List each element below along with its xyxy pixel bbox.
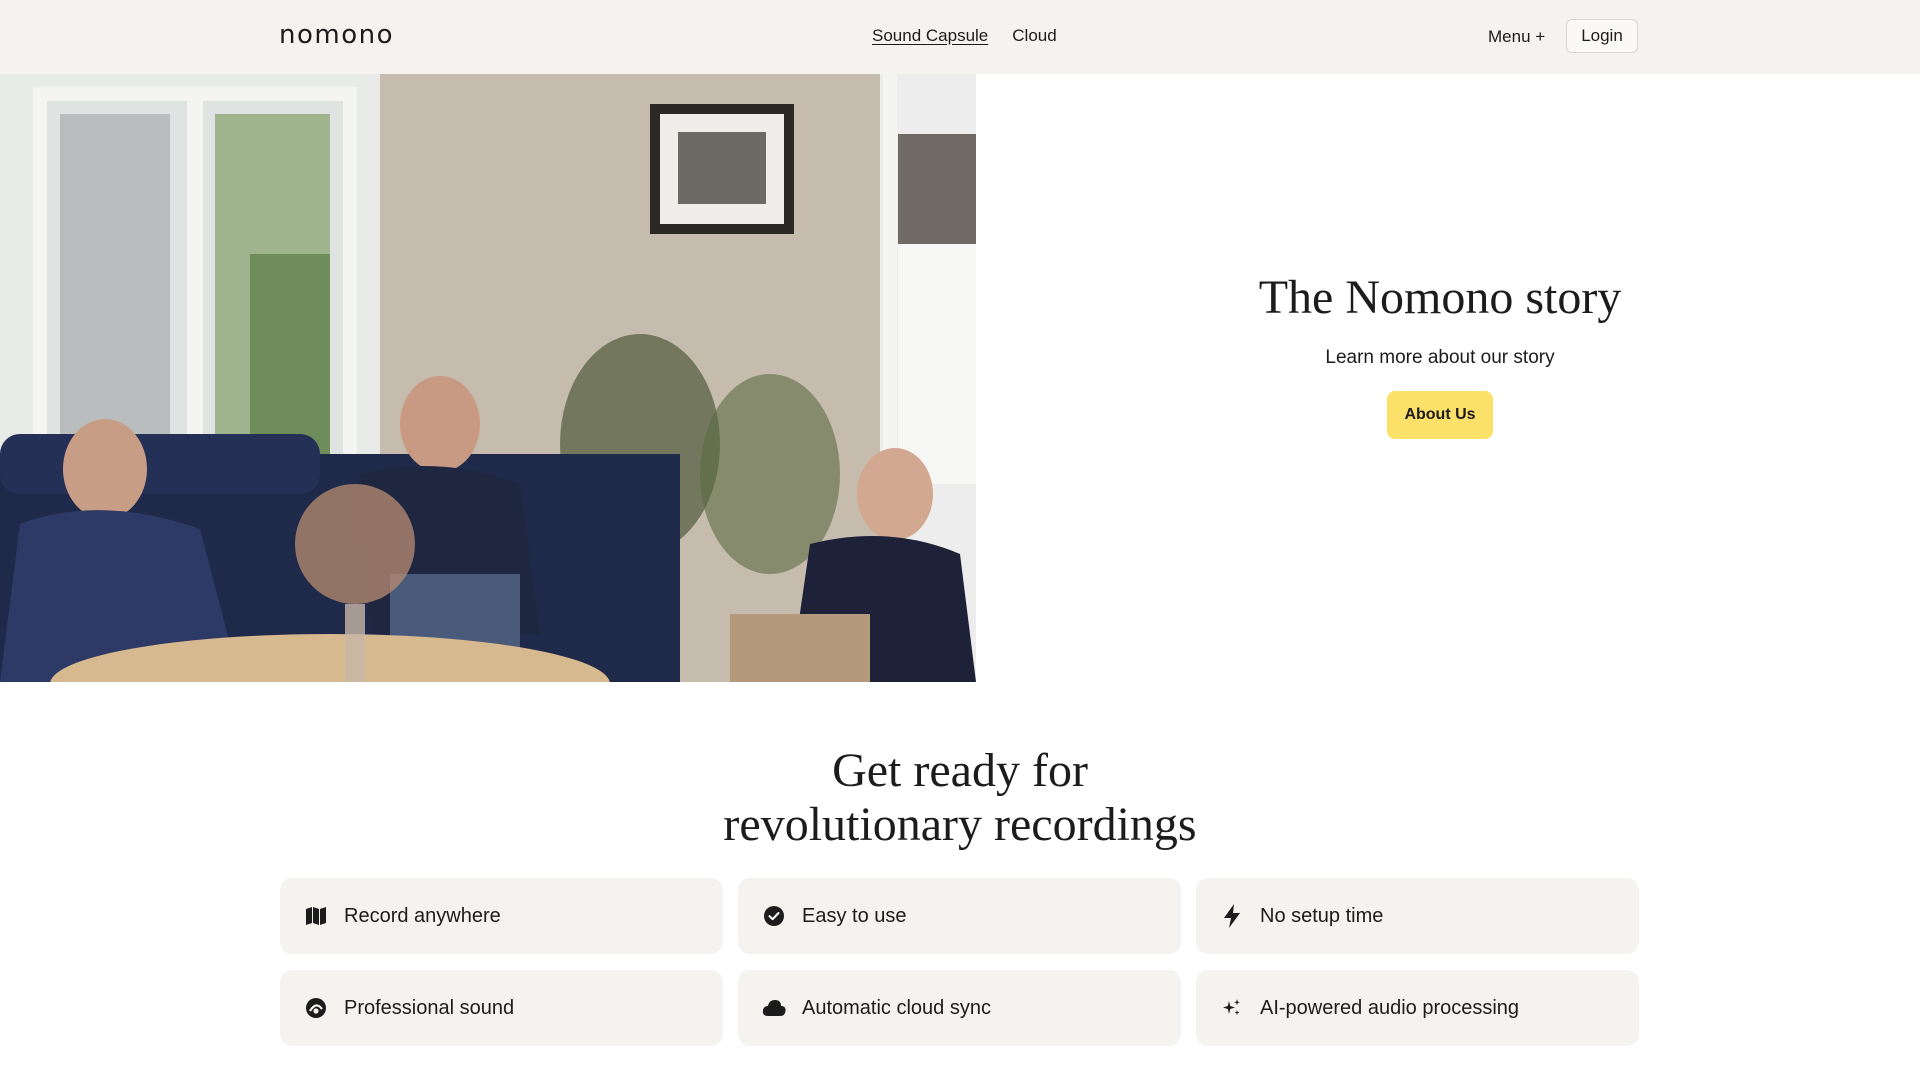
feature-card: AI-powered audio processing: [1196, 970, 1639, 1046]
feature-label: No setup time: [1260, 904, 1384, 927]
hero-subtitle: Learn more about our story: [1325, 347, 1555, 368]
feature-label: Professional sound: [344, 996, 515, 1019]
feature-card: No setup time: [1196, 878, 1639, 954]
hero-title: The Nomono story: [1258, 271, 1622, 324]
sparkles-icon: [1220, 996, 1244, 1020]
feature-card: Easy to use: [738, 878, 1181, 954]
features-title-line-1: Get ready for: [832, 744, 1088, 797]
feature-card: Automatic cloud sync: [738, 970, 1181, 1046]
nav-sound-capsule[interactable]: Sound Capsule: [872, 26, 988, 46]
feature-label: Record anywhere: [344, 904, 501, 927]
feature-label: AI-powered audio processing: [1260, 996, 1520, 1019]
features-title: Get ready for revolutionary recordings: [0, 744, 1920, 852]
hero-text: The Nomono story Learn more about our st…: [1140, 270, 1740, 439]
cloud-icon: [762, 996, 786, 1020]
nav-cloud[interactable]: Cloud: [1012, 26, 1056, 46]
site-header: nomono Sound Capsule Cloud Menu + Login: [0, 0, 1920, 74]
nomono-logo[interactable]: nomono: [279, 20, 394, 50]
features-grid: Record anywhere Easy to use No setup tim…: [280, 878, 1640, 1046]
team-photo: [0, 74, 976, 682]
feature-label: Automatic cloud sync: [802, 996, 991, 1019]
login-button[interactable]: Login: [1566, 19, 1638, 53]
features-title-line-2: revolutionary recordings: [723, 798, 1197, 851]
feature-card: Record anywhere: [280, 878, 723, 954]
feature-label: Easy to use: [802, 904, 907, 927]
about-us-button[interactable]: About Us: [1387, 391, 1493, 439]
menu-button[interactable]: Menu +: [1488, 27, 1545, 47]
sound-icon: [304, 996, 328, 1020]
feature-card: Professional sound: [280, 970, 723, 1046]
main-nav: Sound Capsule Cloud: [872, 26, 1057, 46]
bolt-icon: [1220, 904, 1244, 928]
check-circle-icon: [762, 904, 786, 928]
map-icon: [304, 904, 328, 928]
